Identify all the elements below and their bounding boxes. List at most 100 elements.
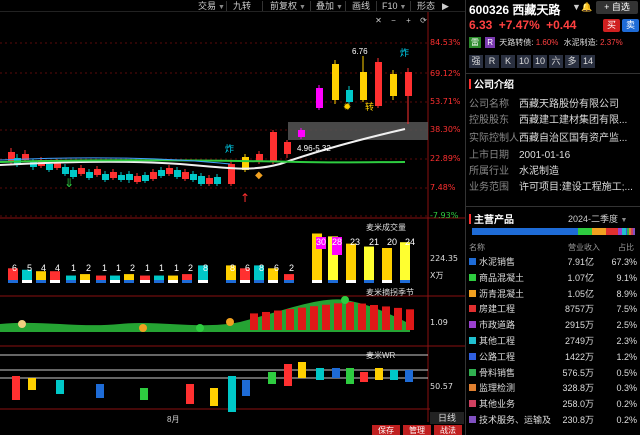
save-button[interactable]: 保存	[372, 425, 400, 435]
period-select[interactable]: 2024-二季度 ▼	[568, 212, 627, 225]
volume-base-mark	[254, 280, 264, 283]
product-name: 水泥销售	[479, 257, 516, 267]
table-row[interactable]: 水泥销售 7.91亿 67.3%	[469, 256, 639, 269]
season-bar	[262, 311, 270, 330]
toolbar-draw[interactable]: 画线	[352, 0, 370, 12]
chevron-down-icon: ▼	[218, 4, 225, 11]
candle-body	[8, 152, 15, 162]
column-header-name: 名称	[469, 243, 485, 252]
volume-bar	[154, 275, 164, 280]
chevron-down-icon: ▼	[399, 4, 407, 11]
change-amount: +0.44	[546, 18, 577, 32]
toolbar-trade[interactable]: 交易 ▼	[198, 0, 225, 12]
stock-header: 600326 西藏天路	[469, 1, 560, 18]
minus-icon[interactable]: −	[388, 15, 399, 26]
kline-chart[interactable]: ⇓ ↑ ◆ ✹ 84.53% 69.12% 53.71% 38.30% 22.8…	[0, 12, 465, 435]
manage-button[interactable]: 管理	[403, 425, 431, 435]
plus-icon[interactable]: +	[403, 15, 414, 26]
candle-body	[62, 167, 69, 174]
season-bar	[274, 310, 282, 330]
small-button[interactable]: 强	[469, 55, 483, 68]
chevron-down-icon[interactable]: ▼	[572, 2, 581, 12]
table-row[interactable]: 商品混凝土 1.07亿 9.1%	[469, 272, 639, 285]
volume-label: 21	[369, 237, 380, 247]
small-button[interactable]: 10	[517, 55, 531, 68]
company-row: 所属行业 水泥制造	[469, 166, 559, 177]
volume-label: 30	[316, 237, 327, 247]
chevron-down-icon: ▼	[336, 4, 343, 11]
tag-purple[interactable]: R	[485, 37, 496, 48]
table-row[interactable]: 市政道路 2915万 2.5%	[469, 319, 639, 332]
toolbar-adjust[interactable]: 前复权 ▼	[270, 0, 306, 12]
stack-segment	[592, 228, 607, 235]
period-button[interactable]: 日线	[430, 412, 464, 424]
small-button[interactable]: R	[485, 55, 499, 68]
divider	[466, 206, 640, 207]
season-marker	[196, 324, 204, 332]
toolbar-f10[interactable]: F10 ▼	[382, 0, 406, 12]
bell-icon[interactable]: 🔔	[581, 2, 593, 14]
table-row[interactable]: 沥青混凝土 1.05亿 8.9%	[469, 288, 639, 301]
volume-base-mark	[66, 280, 76, 283]
table-row[interactable]: 房建工程 8757万 7.5%	[469, 303, 639, 316]
legend-swatch	[469, 368, 476, 376]
stack-segment	[606, 228, 619, 235]
product-percent: 7.5%	[616, 304, 637, 315]
table-row[interactable]: 骨料销售 576.5万 0.5%	[469, 367, 639, 380]
season-bar	[394, 307, 402, 330]
volume-bar	[382, 248, 392, 280]
add-watchlist-button[interactable]: + 自选	[596, 1, 638, 14]
tag-green[interactable]: 雷	[469, 37, 481, 48]
small-button[interactable]: K	[501, 55, 515, 68]
volume-panel-title: 麦米成交量	[366, 223, 406, 232]
season-bar	[382, 306, 390, 330]
volume-label: 20	[387, 237, 398, 247]
zhuan-label: 转	[365, 102, 375, 112]
legend-swatch	[469, 337, 476, 344]
small-button[interactable]: 14	[581, 55, 595, 68]
price-axis-label: -7.93%	[430, 211, 459, 220]
toolbar-pattern[interactable]: 形态	[417, 0, 435, 12]
season-bar	[250, 313, 258, 330]
table-row[interactable]: 其他业务 258.0万 0.2%	[469, 398, 639, 411]
small-button[interactable]: 10	[533, 55, 547, 68]
toolbar-nine-turn[interactable]: 九转	[233, 0, 251, 12]
volume-base-mark	[328, 280, 338, 283]
volume-base-mark	[312, 280, 322, 283]
table-row[interactable]: 技术服务、运输及 230.8万 0.2%	[469, 414, 639, 427]
expand-icon[interactable]: ▶	[442, 0, 449, 12]
small-button[interactable]: 多	[565, 55, 579, 68]
legend-swatch	[469, 352, 476, 360]
wr-bar	[242, 380, 250, 396]
wr-bar	[210, 388, 218, 406]
candle-body	[390, 74, 397, 96]
candle-body	[78, 168, 85, 174]
product-percent: 1.2%	[616, 351, 637, 362]
season-marker	[139, 324, 147, 332]
sun-marker-icon: ✹	[343, 102, 351, 113]
toolbar-overlay[interactable]: 叠加 ▼	[316, 0, 343, 12]
sell-button[interactable]: 卖	[622, 19, 639, 32]
refresh-icon[interactable]: ⟳	[418, 15, 429, 26]
chevron-down-icon: ▼	[620, 217, 628, 224]
range-label: 4.96-5.32	[297, 144, 331, 153]
table-row[interactable]: 公路工程 1422万 1.2%	[469, 351, 639, 364]
volume-bar	[80, 274, 90, 280]
wr-bar	[360, 372, 368, 382]
table-row[interactable]: 其他工程 2749万 2.3%	[469, 335, 639, 348]
candle-body	[405, 72, 412, 96]
candle-body	[174, 170, 181, 177]
buy-button[interactable]: 买	[603, 19, 620, 32]
close-icon[interactable]: ✕	[373, 15, 384, 26]
table-row[interactable]: 监理检测 328.8万 0.3%	[469, 382, 639, 395]
product-name: 房建工程	[479, 304, 516, 315]
product-percent: 8.9%	[616, 288, 637, 299]
volume-base-mark	[80, 280, 90, 283]
company-section-title: 公司介绍	[469, 76, 514, 91]
season-bar	[358, 303, 366, 330]
small-button[interactable]: 六	[549, 55, 563, 68]
volume-base-mark	[226, 280, 236, 283]
tactics-button[interactable]: 战法	[434, 425, 462, 435]
toolbar-separator	[410, 1, 411, 11]
legend-swatch	[469, 384, 476, 392]
